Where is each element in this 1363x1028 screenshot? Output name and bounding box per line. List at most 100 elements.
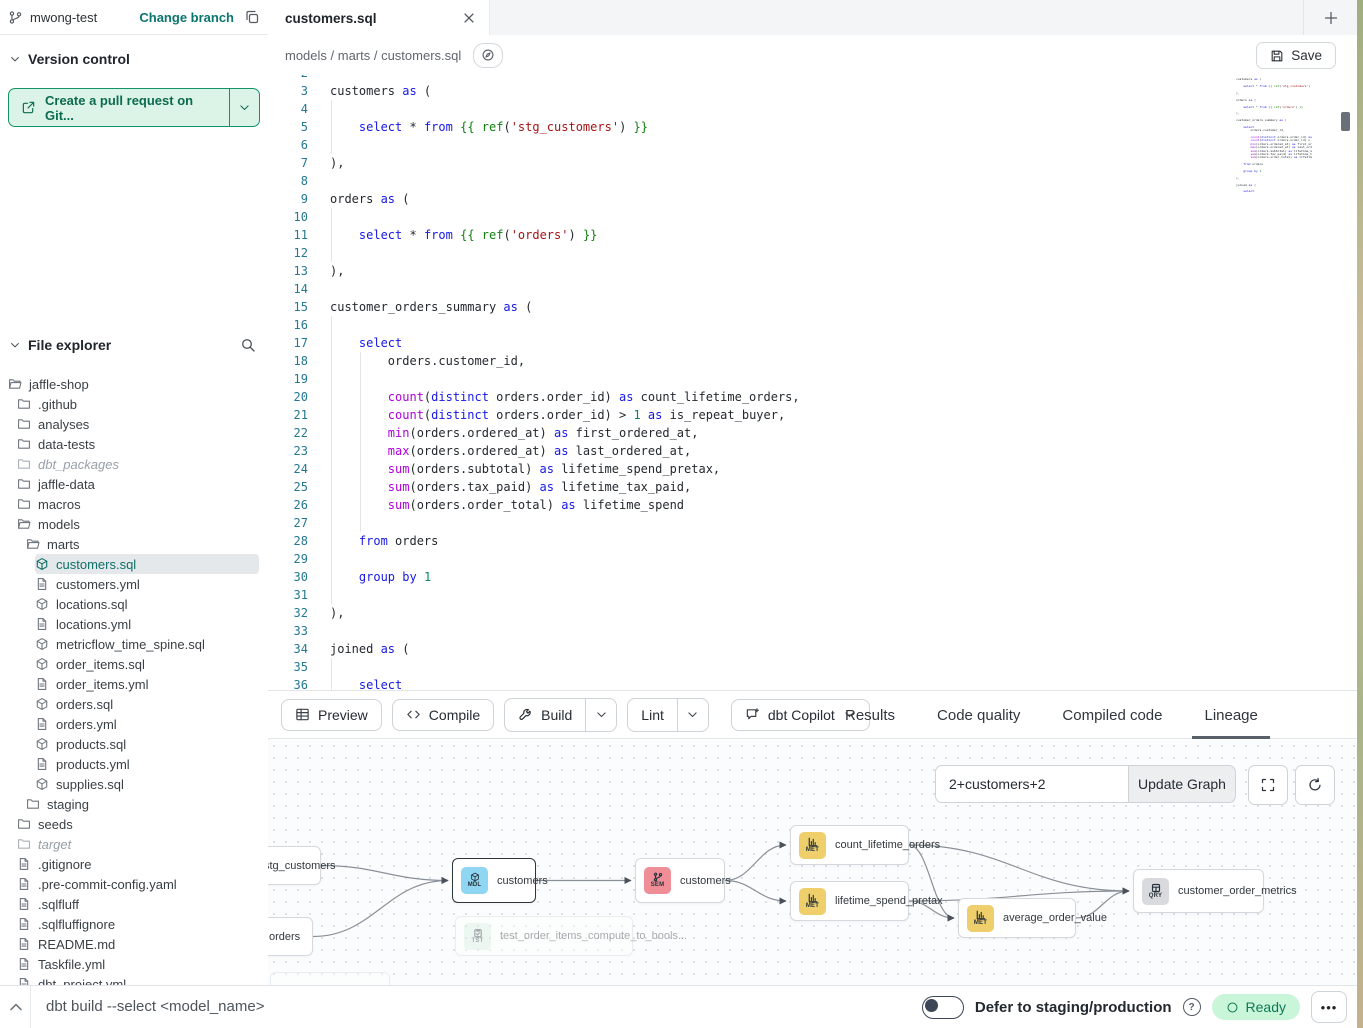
- build-dropdown[interactable]: [585, 699, 616, 731]
- ready-status-badge[interactable]: Ready: [1212, 994, 1300, 1020]
- file-tree-item-dbt-project-yml[interactable]: dbt_project.yml: [17, 974, 259, 985]
- file-tree-item-target[interactable]: target: [17, 834, 259, 854]
- code-line-33[interactable]: 33: [268, 622, 1357, 640]
- lineage-selector-input[interactable]: [935, 765, 1128, 803]
- lint-button[interactable]: Lint: [628, 699, 677, 731]
- file-explorer-header[interactable]: File explorer: [0, 334, 268, 356]
- code-line-14[interactable]: 14: [268, 280, 1357, 298]
- tab-code-quality[interactable]: Code quality: [935, 691, 1022, 739]
- file-tree-item-orders-sql[interactable]: orders.sql: [35, 694, 259, 714]
- tab-lineage[interactable]: Lineage: [1202, 691, 1259, 739]
- code-line-30[interactable]: 30 group by 1: [268, 568, 1357, 586]
- file-tree-item-order-items-sql[interactable]: order_items.sql: [35, 654, 259, 674]
- search-icon[interactable]: [240, 337, 256, 353]
- lineage-panel[interactable]: MDLstg_customers MDLorders MDLcustomers SEM…: [268, 740, 1357, 985]
- code-line-24[interactable]: 24 sum(orders.subtotal) as lifetime_spen…: [268, 460, 1357, 478]
- lineage-node-customers_sem[interactable]: SEMcustomers: [635, 858, 725, 903]
- code-line-4[interactable]: 4: [268, 100, 1357, 118]
- file-tree-item-staging[interactable]: staging: [26, 794, 259, 814]
- code-line-11[interactable]: 11 select * from {{ ref('orders') }}: [268, 226, 1357, 244]
- tab-customers-sql[interactable]: customers.sql: [268, 0, 490, 36]
- code-line-20[interactable]: 20 count(distinct orders.order_id) as co…: [268, 388, 1357, 406]
- file-tree-item-customers-yml[interactable]: customers.yml: [35, 574, 259, 594]
- new-tab-button[interactable]: [1303, 0, 1357, 35]
- file-tree-item-metricflow-time-spine-sql[interactable]: metricflow_time_spine.sql: [35, 634, 259, 654]
- code-line-31[interactable]: 31: [268, 586, 1357, 604]
- code-line-25[interactable]: 25 sum(orders.tax_paid) as lifetime_tax_…: [268, 478, 1357, 496]
- file-tree-item-seeds[interactable]: seeds: [17, 814, 259, 834]
- code-line-5[interactable]: 5 select * from {{ ref('stg_customers') …: [268, 118, 1357, 136]
- code-line-34[interactable]: 34joined as (: [268, 640, 1357, 658]
- code-line-16[interactable]: 16: [268, 316, 1357, 334]
- file-tree-item-marts[interactable]: marts: [26, 534, 259, 554]
- code-editor[interactable]: 23customers as (45 select * from {{ ref(…: [268, 75, 1357, 690]
- change-branch-link[interactable]: Change branch: [139, 10, 234, 25]
- lineage-node-count_lifetime_orders[interactable]: METcount_lifetime_orders: [790, 825, 909, 865]
- code-line-12[interactable]: 12: [268, 244, 1357, 262]
- code-line-10[interactable]: 10: [268, 208, 1357, 226]
- file-tree-item-locations-yml[interactable]: locations.yml: [35, 614, 259, 634]
- file-tree-item--pre-commit-config-yaml[interactable]: .pre-commit-config.yaml: [17, 874, 259, 894]
- command-input[interactable]: dbt build --select <model_name>: [46, 998, 264, 1015]
- fullscreen-button[interactable]: [1248, 765, 1288, 805]
- file-tree-item-products-yml[interactable]: products.yml: [35, 754, 259, 774]
- code-line-35[interactable]: 35: [268, 658, 1357, 676]
- code-line-15[interactable]: 15customer_orders_summary as (: [268, 298, 1357, 316]
- lineage-node-stg_customers[interactable]: MDLstg_customers: [268, 846, 321, 885]
- file-tree-item-taskfile-yml[interactable]: Taskfile.yml: [17, 954, 259, 974]
- file-tree-item-jaffle-data[interactable]: jaffle-data: [17, 474, 259, 494]
- code-line-27[interactable]: 27: [268, 514, 1357, 532]
- expand-console-icon[interactable]: [6, 997, 26, 1017]
- code-line-18[interactable]: 18 orders.customer_id,: [268, 352, 1357, 370]
- create-pr-button[interactable]: Create a pull request on Git...: [8, 88, 260, 127]
- lineage-node-orders[interactable]: MDLorders: [268, 917, 313, 956]
- code-line-36[interactable]: 36 select: [268, 676, 1357, 690]
- lineage-node-customer_order_metrics[interactable]: QRYcustomer_order_metrics: [1133, 869, 1264, 913]
- file-tree-item-macros[interactable]: macros: [17, 494, 259, 514]
- code-line-21[interactable]: 21 count(distinct orders.order_id) > 1 a…: [268, 406, 1357, 424]
- lineage-node-partial_node[interactable]: [270, 972, 390, 985]
- update-graph-button[interactable]: Update Graph: [1128, 765, 1236, 803]
- build-button[interactable]: Build: [505, 699, 585, 731]
- code-line-19[interactable]: 19: [268, 370, 1357, 388]
- refresh-button[interactable]: [1295, 765, 1335, 805]
- file-tree-item-models[interactable]: models: [17, 514, 259, 534]
- tab-results[interactable]: Results: [843, 691, 897, 739]
- info-icon[interactable]: ?: [1183, 998, 1201, 1016]
- code-line-29[interactable]: 29: [268, 550, 1357, 568]
- lineage-node-customers_mdl[interactable]: MDLcustomers: [452, 858, 536, 903]
- defer-toggle[interactable]: [922, 996, 964, 1019]
- lineage-node-test_node[interactable]: TSTtest_order_items_compute_to_bools...: [455, 916, 633, 956]
- file-tree-item-customers-sql[interactable]: customers.sql: [35, 554, 259, 574]
- code-line-6[interactable]: 6: [268, 136, 1357, 154]
- file-tree-item-analyses[interactable]: analyses: [17, 414, 259, 434]
- file-tree-item-locations-sql[interactable]: locations.sql: [35, 594, 259, 614]
- lineage-node-average_order_value[interactable]: METaverage_order_value: [958, 898, 1076, 938]
- file-tree-item-orders-yml[interactable]: orders.yml: [35, 714, 259, 734]
- copy-icon[interactable]: [244, 9, 260, 25]
- file-tree-item--sqlfluffignore[interactable]: .sqlfluffignore: [17, 914, 259, 934]
- code-line-8[interactable]: 8: [268, 172, 1357, 190]
- more-options-button[interactable]: •••: [1311, 991, 1347, 1023]
- file-tree-item-readme-md[interactable]: README.md: [17, 934, 259, 954]
- file-tree-item-jaffle-shop[interactable]: jaffle-shop: [8, 374, 259, 394]
- file-tree-item-data-tests[interactable]: data-tests: [17, 434, 259, 454]
- file-tree-item-products-sql[interactable]: products.sql: [35, 734, 259, 754]
- code-line-28[interactable]: 28 from orders: [268, 532, 1357, 550]
- file-tree-item-supplies-sql[interactable]: supplies.sql: [35, 774, 259, 794]
- save-button[interactable]: Save: [1256, 42, 1336, 69]
- lineage-node-lifetime_spend_pretax[interactable]: METlifetime_spend_pretax: [790, 881, 909, 921]
- compile-button[interactable]: Compile: [392, 699, 494, 731]
- editor-scrollbar-thumb[interactable]: [1341, 112, 1350, 131]
- compass-button[interactable]: [473, 43, 503, 68]
- code-line-3[interactable]: 3customers as (: [268, 82, 1357, 100]
- code-line-26[interactable]: 26 sum(orders.order_total) as lifetime_s…: [268, 496, 1357, 514]
- file-tree-item-order-items-yml[interactable]: order_items.yml: [35, 674, 259, 694]
- code-line-2[interactable]: 2: [268, 75, 1357, 82]
- lint-dropdown[interactable]: [677, 699, 708, 731]
- create-pr-dropdown[interactable]: [229, 89, 259, 126]
- code-line-32[interactable]: 32),: [268, 604, 1357, 622]
- file-tree-item--sqlfluff[interactable]: .sqlfluff: [17, 894, 259, 914]
- file-tree-item--gitignore[interactable]: .gitignore: [17, 854, 259, 874]
- code-line-17[interactable]: 17 select: [268, 334, 1357, 352]
